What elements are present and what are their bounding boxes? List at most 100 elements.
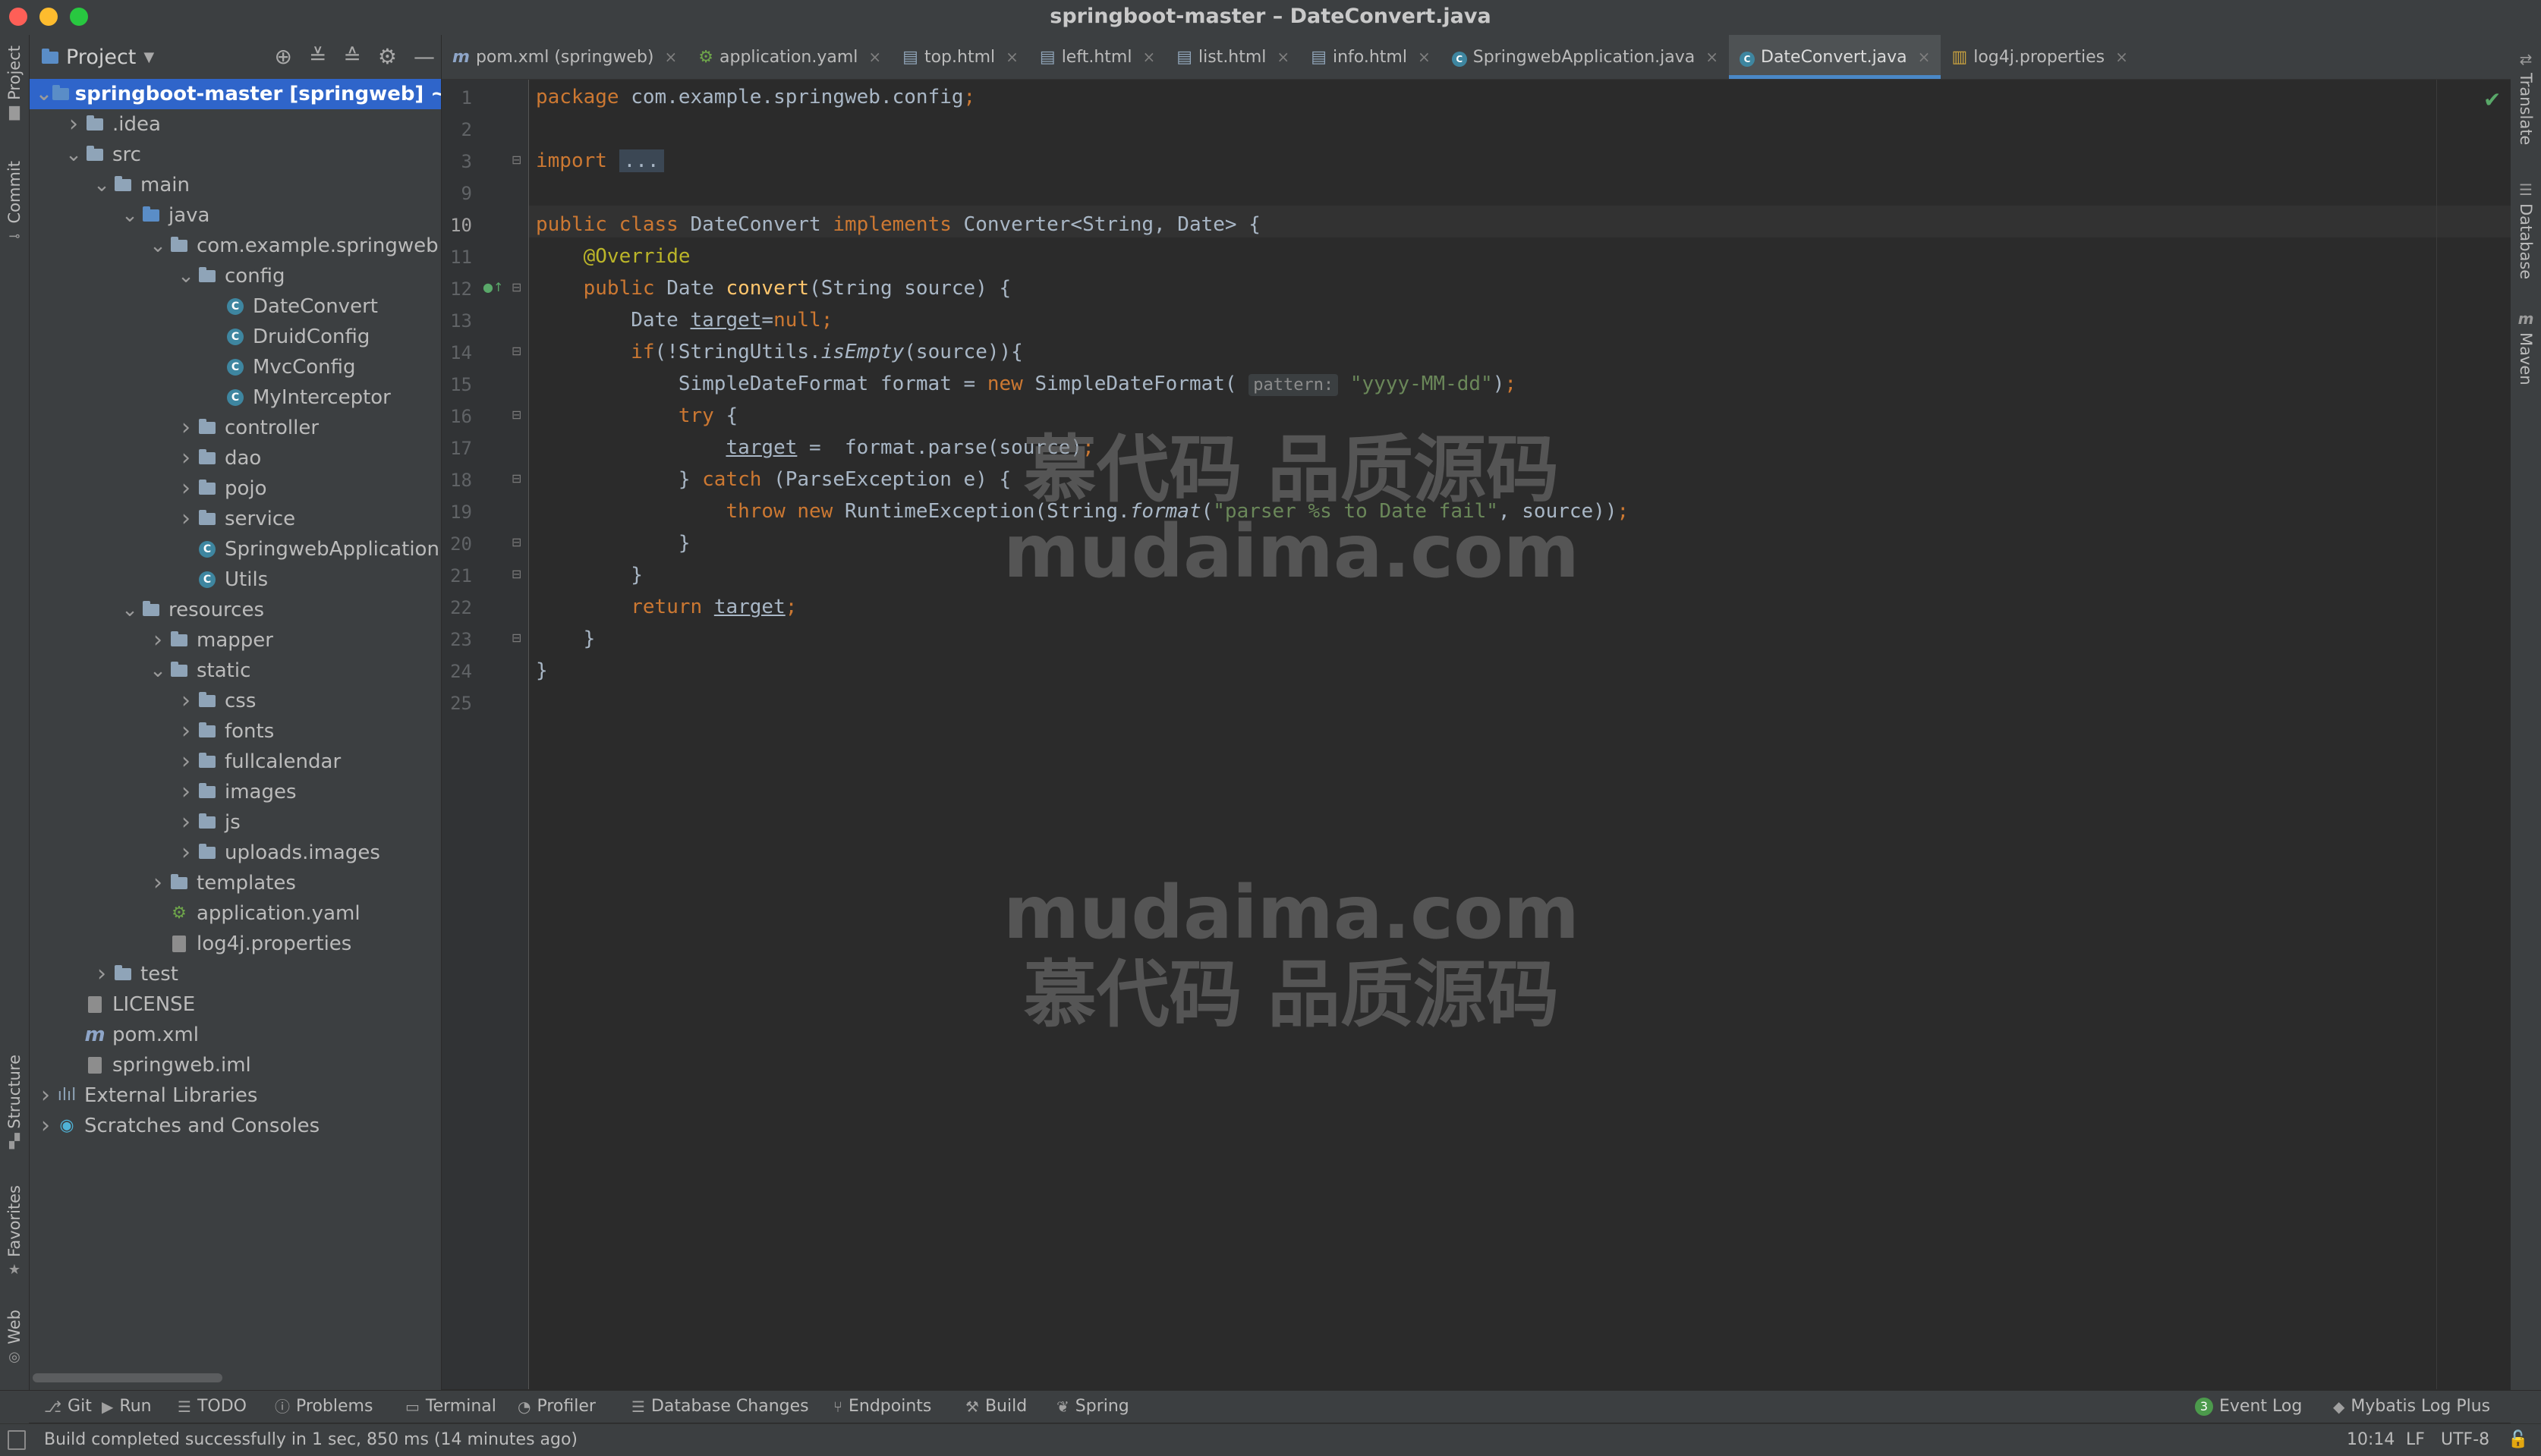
expand-all-icon[interactable]: ≚ bbox=[309, 44, 326, 69]
editor-tab[interactable]: ▤ info.html × bbox=[1300, 35, 1441, 79]
tree-item[interactable]: › templates bbox=[30, 868, 441, 898]
event-log-button[interactable]: 3 Event Log bbox=[2195, 1391, 2302, 1423]
project-view-selector[interactable]: Project ▼ bbox=[42, 46, 154, 69]
tree-item[interactable]: ⌄ src bbox=[30, 140, 441, 170]
tree-item[interactable]: › ◉ Scratches and Consoles bbox=[30, 1111, 441, 1141]
editor-tab[interactable]: ▤ list.html × bbox=[1166, 35, 1300, 79]
inspection-ok-icon[interactable]: ✔ bbox=[2483, 87, 2501, 112]
editor-tab[interactable]: ⚙ application.yaml × bbox=[688, 35, 892, 79]
close-icon[interactable]: × bbox=[1418, 48, 1431, 66]
mybatis-log-plus-button[interactable]: ◆ Mybatis Log Plus bbox=[2333, 1391, 2490, 1423]
chevron-right-icon[interactable]: › bbox=[36, 1111, 55, 1141]
bottom-tool-database-changes[interactable]: ☰ Database Changes bbox=[631, 1391, 809, 1423]
tree-item[interactable]: ⌄ resources bbox=[30, 595, 441, 625]
close-icon[interactable]: × bbox=[1006, 48, 1019, 66]
collapse-all-icon[interactable]: ≙ bbox=[343, 44, 361, 69]
tree-item[interactable]: › pojo bbox=[30, 473, 441, 504]
chevron-right-icon[interactable]: › bbox=[176, 443, 196, 473]
close-icon[interactable]: × bbox=[2115, 48, 2128, 66]
status-message[interactable]: Build completed successfully in 1 sec, 8… bbox=[44, 1424, 578, 1456]
editor-gutter[interactable]: 1 2 3 9 10 11 12 13 14 15 16 17 18 19 20 21 22 23 24 25 ⊟ ⊟ ⊟ ⊟… bbox=[442, 80, 529, 1389]
editor-tab[interactable]: ▤ left.html × bbox=[1029, 35, 1166, 79]
tool-window-translate[interactable]: ⇄ Translate bbox=[2511, 50, 2541, 145]
close-icon[interactable]: × bbox=[1142, 48, 1155, 66]
chevron-right-icon[interactable]: › bbox=[176, 807, 196, 838]
close-icon[interactable]: × bbox=[1705, 48, 1718, 66]
editor-tab[interactable]: C DateConvert.java × bbox=[1729, 35, 1941, 79]
tree-item[interactable]: ⌄ config bbox=[30, 261, 441, 291]
bottom-tool-run[interactable]: ▶ Run bbox=[102, 1391, 152, 1423]
bottom-tool-endpoints[interactable]: ⑂ Endpoints bbox=[833, 1391, 931, 1423]
tree-item[interactable]: LICENSE bbox=[30, 989, 441, 1020]
code-line[interactable]: public class DateConvert implements Conv… bbox=[536, 209, 1261, 241]
fold-marker-icon[interactable]: ⊟ bbox=[512, 280, 521, 294]
tree-item[interactable]: C DruidConfig bbox=[30, 322, 441, 352]
tree-item[interactable]: C SpringwebApplication bbox=[30, 534, 441, 564]
tree-item[interactable]: › js bbox=[30, 807, 441, 838]
editor-tab[interactable]: ▤ top.html × bbox=[892, 35, 1029, 79]
fold-marker-icon[interactable]: ⊟ bbox=[512, 153, 521, 167]
tool-window-maven[interactable]: m Maven bbox=[2511, 310, 2541, 385]
tree-item[interactable]: › test bbox=[30, 959, 441, 989]
hide-panel-icon[interactable]: — bbox=[414, 44, 435, 69]
code-line[interactable]: if(!StringUtils.isEmpty(source)){ bbox=[536, 336, 1023, 368]
chevron-right-icon[interactable]: › bbox=[176, 747, 196, 777]
tree-item[interactable]: ⌄ static bbox=[30, 656, 441, 686]
tree-item[interactable]: C MvcConfig bbox=[30, 352, 441, 382]
fold-marker-icon[interactable]: ⊟ bbox=[512, 535, 521, 549]
chevron-down-icon[interactable]: ⌄ bbox=[92, 175, 112, 195]
tree-item[interactable]: › dao bbox=[30, 443, 441, 473]
code-line[interactable]: } bbox=[536, 559, 643, 591]
code-line[interactable]: @Override bbox=[536, 241, 691, 272]
chevron-right-icon[interactable]: › bbox=[64, 109, 83, 140]
chevron-right-icon[interactable]: › bbox=[176, 838, 196, 868]
code-editor[interactable]: 1 2 3 9 10 11 12 13 14 15 16 17 18 19 20 21 22 23 24 25 ⊟ ⊟ ⊟ ⊟… bbox=[442, 80, 2511, 1389]
tree-item[interactable]: ⚙ application.yaml bbox=[30, 898, 441, 929]
line-separator[interactable]: LF bbox=[2406, 1424, 2425, 1456]
file-encoding[interactable]: UTF-8 bbox=[2441, 1424, 2489, 1456]
code-line[interactable]: } bbox=[536, 527, 691, 559]
chevron-right-icon[interactable]: › bbox=[176, 413, 196, 443]
project-horizontal-scrollbar[interactable] bbox=[33, 1373, 222, 1382]
tree-item[interactable]: › uploads.images bbox=[30, 838, 441, 868]
tree-item[interactable]: ⌄ com.example.springweb bbox=[30, 231, 441, 261]
tool-window-commit[interactable]: Commit ⊸ bbox=[0, 161, 29, 244]
tool-window-web[interactable]: Web ◎ bbox=[0, 1310, 29, 1365]
chevron-right-icon[interactable]: › bbox=[176, 716, 196, 747]
close-icon[interactable]: × bbox=[1918, 48, 1931, 66]
bottom-tool-terminal[interactable]: ▭ Terminal bbox=[405, 1391, 496, 1423]
tree-item[interactable]: C MyInterceptor bbox=[30, 382, 441, 413]
bottom-tool-git[interactable]: ⎇ Git bbox=[44, 1391, 92, 1423]
fold-marker-icon[interactable]: ⊟ bbox=[512, 471, 521, 486]
tree-item[interactable]: › controller bbox=[30, 413, 441, 443]
chevron-down-icon[interactable]: ⌄ bbox=[36, 84, 52, 104]
code-line[interactable]: Date target=null; bbox=[536, 304, 833, 336]
fold-marker-icon[interactable]: ⊟ bbox=[512, 407, 521, 422]
bottom-tool-profiler[interactable]: ◔ Profiler bbox=[518, 1391, 596, 1423]
chevron-right-icon[interactable]: › bbox=[176, 686, 196, 716]
bottom-tool-spring[interactable]: ❦ Spring bbox=[1056, 1391, 1129, 1423]
code-line[interactable]: package com.example.springweb.config; bbox=[536, 81, 975, 113]
fold-marker-icon[interactable]: ⊟ bbox=[512, 567, 521, 581]
bottom-tool-problems[interactable]: ⓘ Problems bbox=[275, 1391, 373, 1423]
tree-item[interactable]: › mapper bbox=[30, 625, 441, 656]
tool-window-database[interactable]: ☰ Database bbox=[2511, 181, 2541, 279]
chevron-right-icon[interactable]: › bbox=[176, 777, 196, 807]
tree-item[interactable]: › images bbox=[30, 777, 441, 807]
chevron-right-icon[interactable]: › bbox=[176, 473, 196, 504]
fold-marker-icon[interactable]: ⊟ bbox=[512, 631, 521, 645]
tree-item[interactable]: springweb.iml bbox=[30, 1050, 441, 1080]
chevron-right-icon[interactable]: › bbox=[36, 1080, 55, 1111]
code-line[interactable]: return target; bbox=[536, 591, 797, 623]
editor-tab[interactable]: ▥ log4j.properties × bbox=[1941, 35, 2138, 79]
tool-window-favorites[interactable]: Favorites ★ bbox=[0, 1185, 29, 1278]
tree-item[interactable]: › service bbox=[30, 504, 441, 534]
locate-icon[interactable]: ⊕ bbox=[274, 44, 291, 69]
tool-window-project[interactable]: Project ▇ bbox=[0, 46, 29, 121]
editor-tab[interactable]: m pom.xml (springweb) × bbox=[442, 35, 688, 79]
tree-item[interactable]: ⌄ java bbox=[30, 200, 441, 231]
caret-position[interactable]: 10:14 bbox=[2347, 1424, 2395, 1456]
bottom-tool-todo[interactable]: ☰ TODO bbox=[178, 1391, 247, 1423]
chevron-down-icon[interactable]: ⌄ bbox=[148, 661, 168, 681]
tree-item[interactable]: › fonts bbox=[30, 716, 441, 747]
